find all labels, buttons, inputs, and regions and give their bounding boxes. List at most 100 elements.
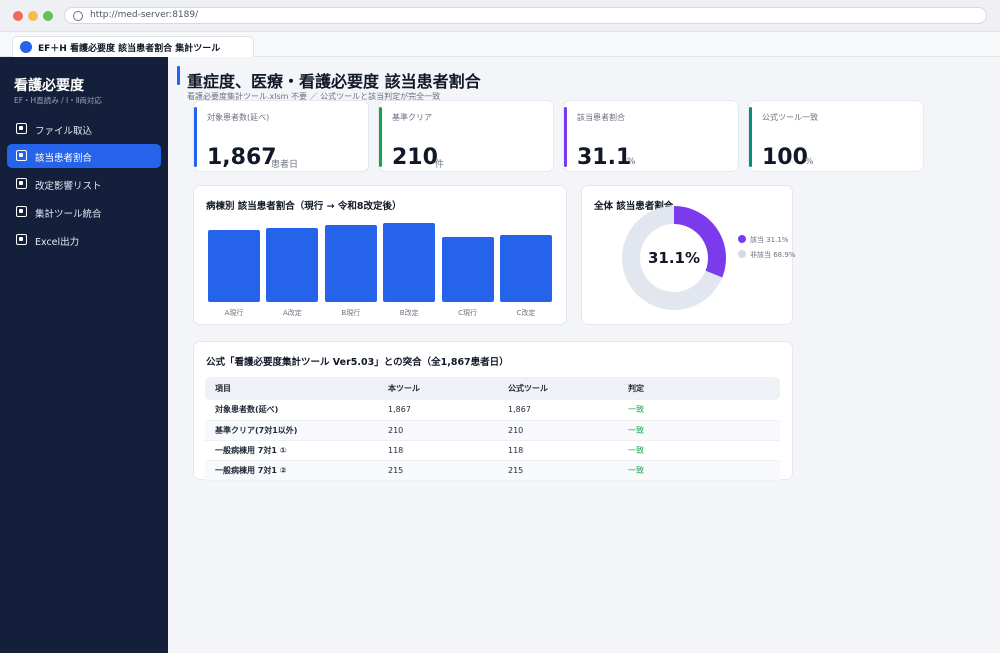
kpi-card-target-patients: 対象患者数(延べ) 1,867 患者日 xyxy=(193,100,369,172)
sidebar-item-label: 該当患者割合 xyxy=(35,153,93,164)
kpi-value: 210 xyxy=(392,145,438,170)
table-cell: 一致 xyxy=(618,460,780,481)
table-row: 基準クリア(7対1以外) 210 210 一致 xyxy=(205,420,780,441)
excel-export-icon xyxy=(16,234,27,245)
kpi-unit: 患者日 xyxy=(271,160,299,170)
sidebar-item-label: 集計ツール統合 xyxy=(35,209,102,220)
table-cell: 1,867 xyxy=(498,400,618,421)
match-table: 項目 本ツール 公式ツール 判定 対象患者数(延べ) 1,867 1,867 一… xyxy=(205,377,780,481)
maximize-window-button[interactable] xyxy=(43,11,53,21)
bar-B改定 xyxy=(383,223,436,302)
sidebar-item-tool-integration[interactable]: 集計ツール統合 xyxy=(7,200,161,224)
table-cell: 一致 xyxy=(618,400,780,421)
sidebar: 看護必要度 EF・H直読み / Ⅰ・Ⅱ両対応 ファイル取込 該当患者割合 改定影… xyxy=(0,57,168,653)
tool-integration-icon xyxy=(16,206,27,217)
table-cell: 一般病棟用 7対1 ① xyxy=(205,440,378,461)
bar-chart-title: 病棟別 該当患者割合（現行 → 令和8改定後） xyxy=(206,201,402,212)
bar-A現行 xyxy=(208,230,260,302)
url-text: http://med-server:8189/ xyxy=(90,10,199,20)
favicon-icon xyxy=(20,41,32,53)
table-row: 一般病棟用 7対1 ② 215 215 一致 xyxy=(205,460,780,481)
kpi-value: 31.1 xyxy=(577,145,632,170)
table-cell: 対象患者数(延べ) xyxy=(205,400,378,421)
table-cell: 118 xyxy=(498,440,618,461)
kpi-accent-bar xyxy=(749,107,752,167)
sidebar-item-label: Excel出力 xyxy=(35,237,80,248)
kpi-label: 基準クリア xyxy=(392,113,432,122)
kpi-unit: 件 xyxy=(435,160,445,170)
revision-impact-icon xyxy=(16,178,27,189)
site-info-icon[interactable] xyxy=(73,11,83,21)
legend-label: 該当 31.1% xyxy=(750,236,789,244)
address-bar[interactable]: http://med-server:8189/ xyxy=(64,7,987,24)
kpi-card-criteria-clear: 基準クリア 210 件 xyxy=(378,100,554,172)
kpi-value: 1,867 xyxy=(207,145,277,170)
table-header-row: 項目 本ツール 公式ツール 判定 xyxy=(205,377,780,400)
kpi-card-official-match: 公式ツール一致 100 % xyxy=(748,100,924,172)
bar-category-label: B現行 xyxy=(341,309,361,317)
tab-strip: EF＋H 看護必要度 該当患者割合 集計ツール xyxy=(0,32,1000,57)
table-cell: 1,867 xyxy=(378,400,498,421)
kpi-accent-bar xyxy=(379,107,382,167)
sidebar-item-label: ファイル取込 xyxy=(35,126,93,137)
sidebar-subtitle: EF・H直読み / Ⅰ・Ⅱ両対応 xyxy=(14,96,102,105)
sidebar-item-file-import[interactable]: ファイル取込 xyxy=(7,117,161,141)
table-cell: 210 xyxy=(378,420,498,441)
legend-item-not-applicable: 非該当 68.9% xyxy=(738,250,795,260)
legend-swatch xyxy=(738,235,746,243)
table-cell: 一般病棟用 7対1 ② xyxy=(205,460,378,481)
table-cell: 一致 xyxy=(618,440,780,461)
bar-C現行 xyxy=(441,237,494,302)
bar-chart-card: 病棟別 該当患者割合（現行 → 令和8改定後） A現行 A改定 B現行 B改定 C現行 C… xyxy=(193,185,567,325)
kpi-label: 対象患者数(延べ) xyxy=(207,113,270,122)
table-cell: 215 xyxy=(378,460,498,481)
browser-tab[interactable]: EF＋H 看護必要度 該当患者割合 集計ツール xyxy=(12,36,254,57)
bar-category-label: A現行 xyxy=(224,309,244,317)
kpi-label: 該当患者割合 xyxy=(577,113,625,122)
table-cell: 118 xyxy=(378,440,498,461)
sidebar-item-patient-ratio[interactable]: 該当患者割合 xyxy=(7,144,161,168)
bar-A改定 xyxy=(266,228,319,302)
file-import-icon xyxy=(16,123,27,134)
table-row: 対象患者数(延べ) 1,867 1,867 一致 xyxy=(205,400,780,421)
table-cell: 210 xyxy=(498,420,618,441)
bar-category-label: A改定 xyxy=(282,309,302,317)
column-header: 公式ツール xyxy=(498,377,618,400)
sidebar-title: 看護必要度 xyxy=(14,78,84,94)
column-header: 本ツール xyxy=(378,377,498,400)
kpi-card-patient-ratio: 該当患者割合 31.1 % xyxy=(563,100,739,172)
title-accent xyxy=(177,66,180,85)
kpi-accent-bar xyxy=(194,107,197,167)
kpi-unit: % xyxy=(627,157,636,167)
table-cell: 215 xyxy=(498,460,618,481)
column-header: 項目 xyxy=(205,377,378,400)
browser-chrome: http://med-server:8189/ xyxy=(0,0,1000,32)
bar-B現行 xyxy=(324,225,377,302)
table-cell: 一致 xyxy=(618,420,780,441)
bar-category-label: C現行 xyxy=(458,309,478,317)
minimize-window-button[interactable] xyxy=(28,11,38,21)
donut-chart-card: 全体 該当患者割合 31.1% 該当 31.1% 非該当 68.9% xyxy=(581,185,795,325)
patient-ratio-icon xyxy=(16,150,27,161)
match-table-title: 公式「看護必要度集計ツール Ver5.03」との突合（全1,867患者日） xyxy=(206,357,509,368)
table-row: 一般病棟用 7対1 ① 118 118 一致 xyxy=(205,440,780,461)
legend-item-applicable: 該当 31.1% xyxy=(738,235,788,245)
sidebar-item-label: 改定影響リスト xyxy=(35,181,102,192)
match-table-card: 公式「看護必要度集計ツール Ver5.03」との突合（全1,867患者日） 項目… xyxy=(193,341,793,481)
bar-C改定 xyxy=(500,235,552,302)
sidebar-item-excel-export[interactable]: Excel出力 xyxy=(7,228,161,252)
legend-swatch xyxy=(738,250,746,258)
table-cell: 基準クリア(7対1以外) xyxy=(205,420,378,441)
bar-category-label: B改定 xyxy=(399,309,419,317)
legend-label: 非該当 68.9% xyxy=(750,251,796,259)
page-title: 重症度、医療・看護必要度 該当患者割合 xyxy=(187,72,481,91)
close-window-button[interactable] xyxy=(13,11,23,21)
donut-center-label: 31.1% xyxy=(647,249,701,267)
kpi-label: 公式ツール一致 xyxy=(762,113,818,122)
column-header: 判定 xyxy=(618,377,780,400)
kpi-accent-bar xyxy=(564,107,567,167)
kpi-unit: % xyxy=(805,157,814,167)
sidebar-item-revision-impact[interactable]: 改定影響リスト xyxy=(7,172,161,196)
kpi-value: 100 xyxy=(762,145,808,170)
tab-title: EF＋H 看護必要度 該当患者割合 集計ツール xyxy=(38,44,221,54)
